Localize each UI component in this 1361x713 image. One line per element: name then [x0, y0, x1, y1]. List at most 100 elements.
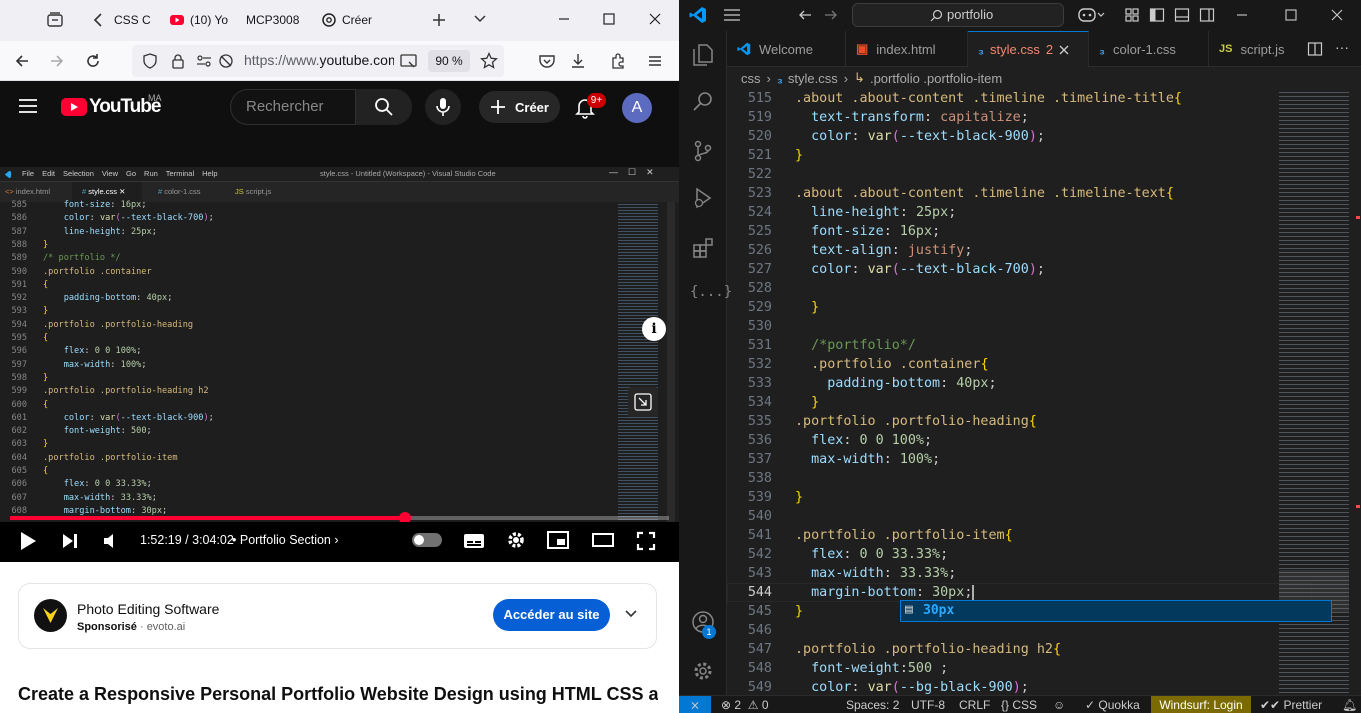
- menu-hamburger-icon[interactable]: [723, 7, 741, 23]
- create-button[interactable]: Créer: [479, 91, 560, 123]
- bookmark-star-icon[interactable]: [480, 52, 498, 70]
- menu-hamburger-icon[interactable]: [643, 49, 667, 73]
- voice-search-button[interactable]: [425, 89, 461, 125]
- browser-tab[interactable]: Créer: [322, 8, 408, 32]
- search-input-placeholder[interactable]: Rechercher: [246, 98, 324, 115]
- miniplayer-icon[interactable]: [547, 531, 569, 549]
- source-control-icon[interactable]: [691, 139, 715, 163]
- code-line[interactable]: }: [795, 488, 803, 507]
- chevron-down-icon[interactable]: [624, 608, 638, 620]
- indentation-status[interactable]: Spaces: 2: [846, 696, 899, 713]
- code-line[interactable]: .portfolio .portfolio-heading{: [795, 412, 1037, 431]
- new-tab-icon[interactable]: [430, 11, 448, 29]
- code-line[interactable]: /*portfolio*/: [795, 336, 916, 355]
- breadcrumb-item[interactable]: css: [741, 71, 761, 86]
- copilot-icon[interactable]: [1078, 6, 1106, 24]
- tab-color-1-css[interactable]: ₃ color-1.css: [1089, 31, 1209, 67]
- remote-indicator-icon[interactable]: ⨯: [679, 696, 711, 713]
- url-text[interactable]: https://www.youtube.com: [244, 52, 394, 68]
- code-line[interactable]: line-height: 25px;: [795, 203, 956, 222]
- zoom-level-badge[interactable]: 90 %: [428, 50, 470, 72]
- volume-icon[interactable]: [102, 532, 120, 550]
- settings-gear-icon[interactable]: [506, 530, 526, 550]
- youtube-logo[interactable]: YouTube: [61, 96, 161, 118]
- sponsored-ad-card[interactable]: Photo Editing Software Sponsorisé · evot…: [18, 583, 657, 649]
- search-icon[interactable]: [691, 90, 715, 114]
- forward-arrow-icon[interactable]: [823, 7, 839, 23]
- code-line[interactable]: font-weight:500 ;: [795, 659, 948, 678]
- breadcrumb-item[interactable]: style.css: [788, 71, 838, 86]
- eol-status[interactable]: CRLF: [959, 696, 990, 713]
- code-line[interactable]: color: var(--text-black-900);: [795, 127, 1045, 146]
- code-line[interactable]: .portfolio .container{: [795, 355, 988, 374]
- youtube-search-box[interactable]: Rechercher: [230, 89, 412, 125]
- fullscreen-icon[interactable]: [636, 531, 656, 551]
- explorer-files-icon[interactable]: [691, 43, 715, 67]
- code-line[interactable]: .about .about-content .timeline .timelin…: [795, 89, 1182, 108]
- code-line[interactable]: max-width: 33.33%;: [795, 564, 956, 583]
- play-icon[interactable]: [19, 531, 37, 551]
- extensions-icon[interactable]: [606, 49, 630, 73]
- minimize-icon[interactable]: [556, 11, 572, 27]
- notifications-bell-icon[interactable]: 🔔︎: [1342, 696, 1357, 713]
- code-line[interactable]: text-transform: capitalize;: [795, 108, 1029, 127]
- lock-icon[interactable]: [170, 53, 186, 69]
- video-progress-track[interactable]: [10, 512, 669, 524]
- avatar[interactable]: A: [622, 93, 652, 123]
- run-debug-icon[interactable]: [691, 186, 715, 210]
- maximize-icon[interactable]: [601, 11, 617, 27]
- downloads-icon[interactable]: [566, 49, 590, 73]
- code-line[interactable]: .about .about-content .timeline .timelin…: [795, 184, 1174, 203]
- copilot-status-icon[interactable]: ☺: [1053, 696, 1065, 713]
- visit-site-button[interactable]: Accéder au site: [493, 599, 610, 631]
- settings-gear-icon[interactable]: [691, 659, 715, 683]
- windsurf-login-button[interactable]: Windsurf: Login: [1151, 696, 1251, 713]
- back-arrow-icon[interactable]: [10, 49, 34, 73]
- code-line[interactable]: flex: 0 0 100%;: [795, 431, 932, 450]
- back-arrow-icon[interactable]: [797, 7, 813, 23]
- minimize-icon[interactable]: [1235, 8, 1249, 22]
- subtitles-icon[interactable]: [463, 532, 485, 550]
- maximize-icon[interactable]: [1284, 8, 1298, 22]
- url-bar[interactable]: https://www.youtube.com 90 %: [132, 45, 504, 77]
- code-line[interactable]: font-size: 16px;: [795, 222, 940, 241]
- command-center-search[interactable]: portfolio: [852, 3, 1064, 27]
- layout-icon[interactable]: [1124, 7, 1140, 23]
- code-line[interactable]: color: var(--text-black-700);: [795, 260, 1045, 279]
- tab-list-icon[interactable]: [46, 11, 64, 29]
- tab-script-js[interactable]: JS script.js: [1209, 31, 1309, 67]
- split-editor-icon[interactable]: [1307, 41, 1323, 57]
- info-icon[interactable]: i: [642, 317, 666, 341]
- tab-welcome[interactable]: Welcome: [727, 31, 846, 67]
- code-line[interactable]: max-width: 100%;: [795, 450, 940, 469]
- code-line[interactable]: text-align: justify;: [795, 241, 972, 260]
- code-line[interactable]: .portfolio .portfolio-heading h2{: [795, 640, 1061, 659]
- scroll-tabs-left-icon[interactable]: [92, 12, 104, 28]
- browser-tab[interactable]: CSS C: [114, 8, 154, 32]
- code-line[interactable]: }: [795, 393, 819, 412]
- extensions-icon[interactable]: [691, 236, 715, 260]
- reload-icon[interactable]: [81, 49, 105, 73]
- close-icon[interactable]: [647, 11, 663, 27]
- autoplay-toggle[interactable]: [412, 533, 442, 547]
- code-line[interactable]: }: [795, 298, 819, 317]
- tab-style-css[interactable]: ₃ style.css 2: [968, 31, 1089, 67]
- video-player[interactable]: File Edit Selection View Go Run Terminal Help s…: [0, 167, 679, 562]
- browser-tab[interactable]: (10) Yo: [170, 8, 228, 32]
- breadcrumb-item[interactable]: .portfolio .portfolio-item: [870, 71, 1002, 86]
- toggle-sidebar-icon[interactable]: [1149, 7, 1165, 23]
- quokka-status[interactable]: ✓ Quokka: [1085, 696, 1140, 713]
- tab-index-html[interactable]: ▣ index.html: [846, 31, 968, 67]
- json-tools-icon[interactable]: {...}: [690, 284, 732, 300]
- code-line[interactable]: padding-bottom: 40px;: [795, 374, 996, 393]
- chapter-title[interactable]: • Portfolio Section ›: [232, 533, 339, 547]
- youtube-menu-icon[interactable]: [18, 97, 38, 115]
- expand-overlay-icon[interactable]: [628, 387, 658, 417]
- pocket-icon[interactable]: [535, 49, 559, 73]
- forward-arrow-icon[interactable]: [45, 49, 69, 73]
- browser-tab[interactable]: MCP3008: [246, 8, 306, 32]
- prettier-status[interactable]: ✔✔ Prettier: [1260, 696, 1322, 713]
- code-line[interactable]: .portfolio .portfolio-item{: [795, 526, 1013, 545]
- code-line[interactable]: }: [795, 146, 803, 165]
- language-mode[interactable]: {} CSS: [1001, 696, 1037, 713]
